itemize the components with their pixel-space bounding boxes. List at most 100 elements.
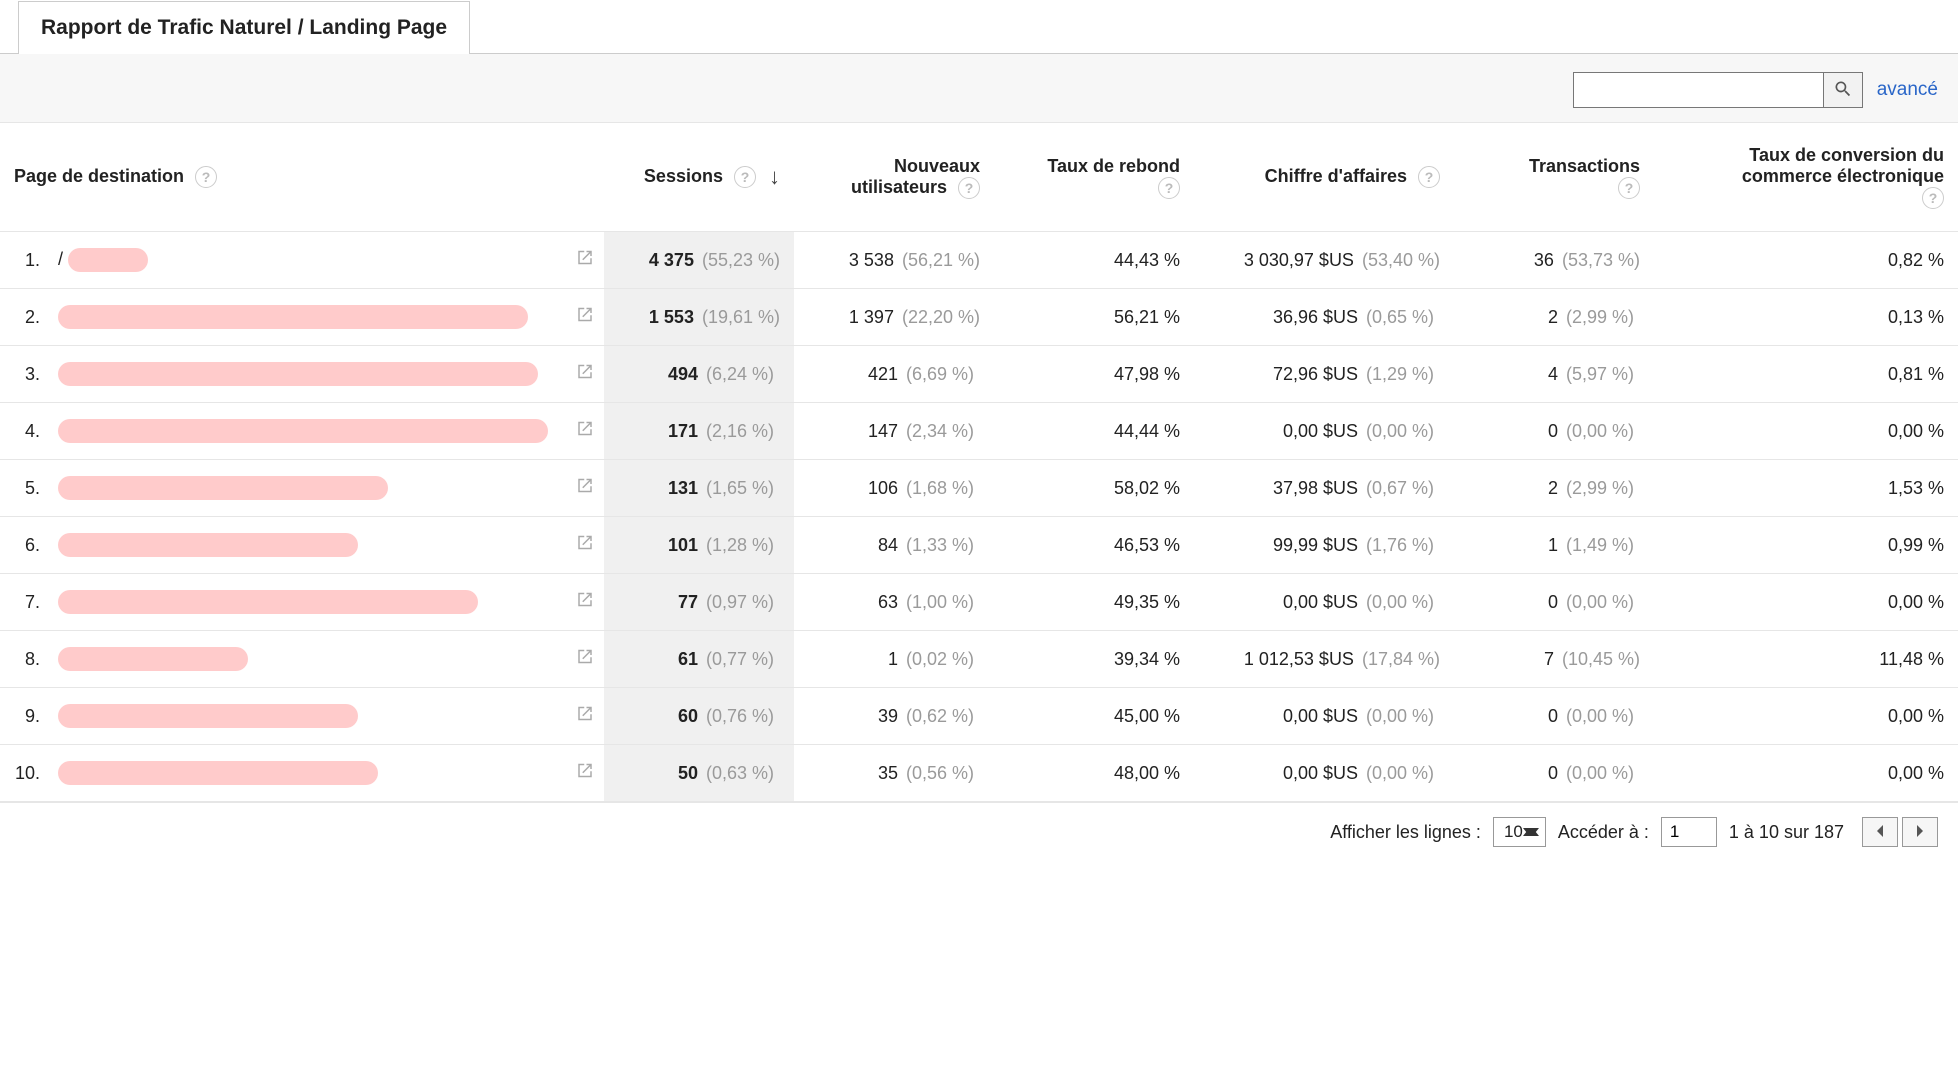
help-icon[interactable]: ?	[1418, 166, 1440, 188]
help-icon[interactable]: ?	[1922, 187, 1944, 209]
transactions-cell: 0(0,00 %)	[1454, 574, 1654, 631]
help-icon[interactable]: ?	[1618, 177, 1640, 199]
sessions-cell: 50(0,63 %)	[604, 745, 794, 802]
transactions-cell: 0(0,00 %)	[1454, 688, 1654, 745]
table-row[interactable]: 1./ 4 375(55,23 %)3 538(56,21 %)44,43 %3…	[0, 232, 1958, 289]
transactions-cell: 7(10,45 %)	[1454, 631, 1654, 688]
table-row[interactable]: 6.101(1,28 %)84(1,33 %)46,53 %99,99 $US(…	[0, 517, 1958, 574]
open-external-icon[interactable]	[576, 591, 594, 614]
table-row[interactable]: 4.171(2,16 %)147(2,34 %)44,44 %0,00 $US(…	[0, 403, 1958, 460]
open-external-icon[interactable]	[576, 705, 594, 728]
transactions-cell: 36(53,73 %)	[1454, 232, 1654, 289]
chevron-left-icon	[1875, 824, 1885, 841]
redacted-path	[58, 761, 378, 785]
table-row[interactable]: 3.494(6,24 %)421(6,69 %)47,98 %72,96 $US…	[0, 346, 1958, 403]
redacted-path	[58, 419, 548, 443]
col-sessions[interactable]: Sessions ? ↓	[604, 123, 794, 232]
search-input[interactable]	[1573, 72, 1823, 108]
path-prefix: /	[58, 249, 63, 269]
revenue-cell: 0,00 $US(0,00 %)	[1194, 574, 1454, 631]
ecom-cr-cell: 0,00 %	[1654, 745, 1958, 802]
redacted-path	[58, 704, 358, 728]
report-table: Page de destination ? Sessions ? ↓ Nouve…	[0, 123, 1958, 802]
sessions-cell: 171(2,16 %)	[604, 403, 794, 460]
transactions-cell: 4(5,97 %)	[1454, 346, 1654, 403]
row-index: 7.	[0, 574, 44, 631]
advanced-link[interactable]: avancé	[1877, 79, 1938, 101]
table-row[interactable]: 10.50(0,63 %)35(0,56 %)48,00 %0,00 $US(0…	[0, 745, 1958, 802]
open-external-icon[interactable]	[576, 648, 594, 671]
help-icon[interactable]: ?	[958, 177, 980, 199]
col-landing-page[interactable]: Page de destination ?	[0, 123, 604, 232]
row-index: 3.	[0, 346, 44, 403]
bounce-rate-cell: 56,21 %	[994, 289, 1194, 346]
new-users-cell: 1(0,02 %)	[794, 631, 994, 688]
help-icon[interactable]: ?	[195, 166, 217, 188]
row-index: 10.	[0, 745, 44, 802]
next-page-button[interactable]	[1902, 817, 1938, 847]
sessions-cell: 1 553(19,61 %)	[604, 289, 794, 346]
col-ecom-cr[interactable]: Taux de conversion du commerce électroni…	[1654, 123, 1958, 232]
table-row[interactable]: 7.77(0,97 %)63(1,00 %)49,35 %0,00 $US(0,…	[0, 574, 1958, 631]
help-icon[interactable]: ?	[1158, 177, 1180, 199]
ecom-cr-cell: 0,00 %	[1654, 403, 1958, 460]
col-transactions[interactable]: Transactions ?	[1454, 123, 1654, 232]
table-row[interactable]: 5.131(1,65 %)106(1,68 %)58,02 %37,98 $US…	[0, 460, 1958, 517]
bounce-rate-cell: 48,00 %	[994, 745, 1194, 802]
ecom-cr-cell: 1,53 %	[1654, 460, 1958, 517]
revenue-cell: 72,96 $US(1,29 %)	[1194, 346, 1454, 403]
landing-page-cell[interactable]	[44, 688, 604, 745]
bounce-rate-cell: 46,53 %	[994, 517, 1194, 574]
search-icon	[1833, 79, 1853, 102]
help-icon[interactable]: ?	[734, 166, 756, 188]
open-external-icon[interactable]	[576, 420, 594, 443]
ecom-cr-cell: 0,99 %	[1654, 517, 1958, 574]
sessions-cell: 101(1,28 %)	[604, 517, 794, 574]
row-index: 8.	[0, 631, 44, 688]
bounce-rate-cell: 44,44 %	[994, 403, 1194, 460]
landing-page-cell[interactable]	[44, 574, 604, 631]
bounce-rate-cell: 44,43 %	[994, 232, 1194, 289]
transactions-cell: 2(2,99 %)	[1454, 460, 1654, 517]
bounce-rate-cell: 47,98 %	[994, 346, 1194, 403]
goto-label: Accéder à :	[1558, 822, 1649, 843]
new-users-cell: 421(6,69 %)	[794, 346, 994, 403]
redacted-path	[58, 533, 358, 557]
landing-page-cell[interactable]	[44, 631, 604, 688]
new-users-cell: 35(0,56 %)	[794, 745, 994, 802]
col-revenue[interactable]: Chiffre d'affaires ?	[1194, 123, 1454, 232]
redacted-path	[58, 647, 248, 671]
open-external-icon[interactable]	[576, 363, 594, 386]
prev-page-button[interactable]	[1862, 817, 1898, 847]
col-new-users[interactable]: Nouveaux utilisateurs ?	[794, 123, 994, 232]
open-external-icon[interactable]	[576, 249, 594, 272]
bounce-rate-cell: 39,34 %	[994, 631, 1194, 688]
open-external-icon[interactable]	[576, 306, 594, 329]
search-button[interactable]	[1823, 72, 1863, 108]
active-tab[interactable]: Rapport de Trafic Naturel / Landing Page	[18, 1, 470, 54]
table-row[interactable]: 2.1 553(19,61 %)1 397(22,20 %)56,21 %36,…	[0, 289, 1958, 346]
open-external-icon[interactable]	[576, 534, 594, 557]
col-bounce-rate[interactable]: Taux de rebond ?	[994, 123, 1194, 232]
rows-per-page-select[interactable]: 10	[1493, 817, 1546, 847]
landing-page-cell[interactable]	[44, 289, 604, 346]
landing-page-cell[interactable]	[44, 403, 604, 460]
open-external-icon[interactable]	[576, 762, 594, 785]
table-row[interactable]: 8.61(0,77 %)1(0,02 %)39,34 %1 012,53 $US…	[0, 631, 1958, 688]
open-external-icon[interactable]	[576, 477, 594, 500]
redacted-path	[68, 248, 148, 272]
landing-page-cell[interactable]	[44, 517, 604, 574]
bounce-rate-cell: 49,35 %	[994, 574, 1194, 631]
landing-page-cell[interactable]	[44, 745, 604, 802]
landing-page-cell[interactable]: /	[44, 232, 604, 289]
landing-page-cell[interactable]	[44, 460, 604, 517]
row-index: 4.	[0, 403, 44, 460]
landing-page-cell[interactable]	[44, 346, 604, 403]
new-users-cell: 106(1,68 %)	[794, 460, 994, 517]
show-rows-label: Afficher les lignes :	[1330, 822, 1481, 843]
row-index: 1.	[0, 232, 44, 289]
redacted-path	[58, 590, 478, 614]
table-row[interactable]: 9.60(0,76 %)39(0,62 %)45,00 %0,00 $US(0,…	[0, 688, 1958, 745]
ecom-cr-cell: 0,00 %	[1654, 574, 1958, 631]
goto-input[interactable]	[1661, 817, 1717, 847]
